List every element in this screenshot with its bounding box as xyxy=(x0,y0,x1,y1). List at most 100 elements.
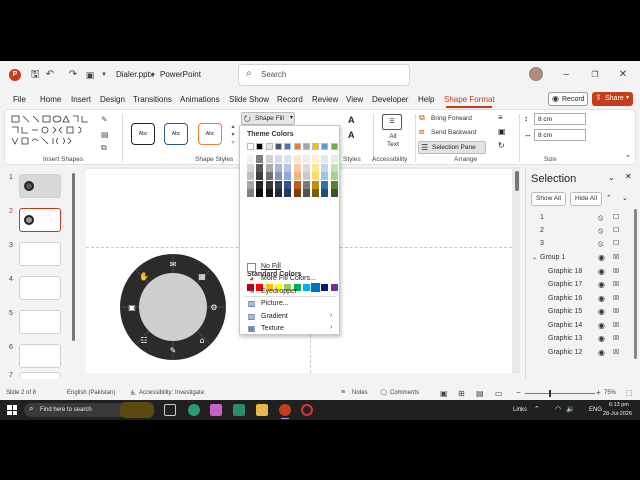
comments-button[interactable]: Comments xyxy=(390,390,419,396)
text-box-icon[interactable]: ▤ xyxy=(101,130,109,139)
theme-color-swatch[interactable] xyxy=(321,143,329,150)
minimize-icon[interactable]: – xyxy=(560,69,572,81)
shape-width-input[interactable]: 8 cm xyxy=(534,129,586,141)
selection-pane-button[interactable]: ☰ Selection Pane xyxy=(418,141,486,154)
shape-style-black[interactable]: Abc xyxy=(131,123,155,145)
hide-all-button[interactable]: Hide All xyxy=(570,192,602,206)
theme-shade-swatch[interactable] xyxy=(274,180,282,189)
send-backward-button[interactable]: Send Backward xyxy=(431,129,477,136)
start-from-beginning-icon[interactable]: ▣ xyxy=(84,69,96,81)
tab-slide-show[interactable]: Slide Show xyxy=(229,95,269,104)
tab-file[interactable]: File xyxy=(13,95,26,104)
chevron-down-icon[interactable]: ⌄ xyxy=(532,254,537,261)
send-backward-icon[interactable]: ⌄ xyxy=(622,194,628,202)
theme-shade-swatch[interactable] xyxy=(265,189,273,197)
theme-shade-swatch[interactable] xyxy=(293,180,301,189)
theme-shade-swatch[interactable] xyxy=(256,180,264,189)
lock-icon[interactable]: ☒ xyxy=(613,321,619,329)
unlock-icon[interactable]: ☐ xyxy=(613,213,619,221)
reading-view-icon[interactable]: ▤ xyxy=(476,389,484,398)
theme-shade-swatch[interactable] xyxy=(247,189,254,197)
recorder-icon[interactable] xyxy=(301,404,313,416)
eye-icon[interactable]: ◉ xyxy=(598,267,605,276)
thumbnail-scrollbar[interactable] xyxy=(72,173,75,341)
selection-item[interactable]: Graphic 12 ◉ ☒ xyxy=(526,347,626,360)
slide-thumbnail[interactable] xyxy=(19,372,61,379)
selection-item[interactable]: Graphic 15 ◉ ☒ xyxy=(526,306,626,319)
vertical-scrollbar[interactable] xyxy=(515,171,519,191)
slide-thumbnail-selected[interactable] xyxy=(19,208,61,232)
theme-color-swatch[interactable] xyxy=(274,143,282,150)
theme-shade-swatch[interactable] xyxy=(284,172,292,180)
customize-toolbar-icon[interactable]: ▾ xyxy=(98,69,110,81)
lock-icon[interactable]: ☒ xyxy=(613,307,619,315)
eye-icon[interactable]: ◉ xyxy=(598,253,605,262)
theme-shade-swatch[interactable] xyxy=(284,155,292,163)
restore-icon[interactable]: ❐ xyxy=(589,69,601,81)
selection-item[interactable]: Graphic 16 ◉ ☒ xyxy=(526,293,626,306)
text-outline-icon[interactable]: A xyxy=(348,130,355,140)
shapes-gallery[interactable] xyxy=(10,113,100,153)
eye-icon[interactable]: ◉ xyxy=(598,348,605,357)
theme-shade-swatch[interactable] xyxy=(321,180,329,189)
file-explorer-icon[interactable] xyxy=(256,404,268,416)
powerpoint-taskbar-icon[interactable] xyxy=(279,404,291,416)
selection-item[interactable]: 2 ⦸ ☐ xyxy=(526,225,626,238)
tab-review[interactable]: Review xyxy=(312,95,338,104)
theme-shade-swatch[interactable] xyxy=(293,163,301,172)
tab-shape-format[interactable]: Shape Format xyxy=(444,95,495,104)
theme-color-swatch[interactable] xyxy=(302,143,310,150)
share-button[interactable]: ⇪ Share ▾ xyxy=(592,92,633,106)
selection-pane-scrollbar[interactable] xyxy=(634,209,637,359)
slideshow-icon[interactable]: ▭ xyxy=(495,389,503,398)
eye-icon[interactable]: ◉ xyxy=(598,321,605,330)
edge-icon[interactable] xyxy=(188,404,200,416)
slide-sorter-icon[interactable]: ⊞ xyxy=(458,389,465,398)
close-icon[interactable]: ✕ xyxy=(617,69,629,81)
text-fill-icon[interactable]: A xyxy=(348,115,355,125)
bring-forward-button[interactable]: Bring Forward xyxy=(431,115,472,122)
theme-shade-swatch[interactable] xyxy=(265,172,273,180)
search-input[interactable]: ⌕ Search xyxy=(238,64,410,86)
undo-icon[interactable]: ↶ xyxy=(44,69,56,81)
fit-slide-icon[interactable]: ⬚ xyxy=(626,389,633,397)
hidden-eye-icon[interactable]: ⦸ xyxy=(598,213,603,223)
align-icon[interactable]: ≡ xyxy=(498,113,503,122)
bring-forward-icon[interactable]: ⌃ xyxy=(606,194,612,202)
theme-color-swatch[interactable] xyxy=(247,143,254,150)
eye-icon[interactable]: ◉ xyxy=(598,280,605,289)
theme-shade-swatch[interactable] xyxy=(312,155,320,163)
clock-time[interactable]: 6:13 pm xyxy=(609,402,629,408)
theme-color-swatch[interactable] xyxy=(330,143,338,150)
theme-shade-swatch[interactable] xyxy=(284,180,292,189)
zoom-in-icon[interactable]: + xyxy=(596,388,601,397)
input-language[interactable]: ENG xyxy=(589,407,602,413)
accessibility-status[interactable]: Accessibility: Investigate xyxy=(139,390,204,396)
eye-icon[interactable]: ◉ xyxy=(598,307,605,316)
shape-height-input[interactable]: 8 cm xyxy=(534,113,586,125)
tab-animations[interactable]: Animations xyxy=(180,95,220,104)
save-icon[interactable]: 🖫 xyxy=(29,69,41,81)
theme-shade-swatch[interactable] xyxy=(274,155,282,163)
theme-shade-swatch[interactable] xyxy=(330,163,338,172)
dialer-group[interactable]: ✉ ▦ ⚙ ⌂ ✎ ☳ ▣ ✋ xyxy=(117,253,230,362)
tab-design[interactable]: Design xyxy=(100,95,125,104)
selection-item[interactable]: 1 ⦸ ☐ xyxy=(526,212,626,225)
selection-item[interactable]: Graphic 13 ◉ ☒ xyxy=(526,333,626,346)
theme-shade-swatch[interactable] xyxy=(247,180,254,189)
chevron-down-icon[interactable]: ⌄ xyxy=(608,173,615,182)
lock-icon[interactable]: ☒ xyxy=(613,334,619,342)
avatar[interactable] xyxy=(529,67,543,81)
shape-style-blue[interactable]: Abc xyxy=(164,123,188,145)
theme-shade-swatch[interactable] xyxy=(247,155,254,163)
theme-shade-swatch[interactable] xyxy=(312,163,320,172)
theme-shade-swatch[interactable] xyxy=(330,189,338,197)
language-status[interactable]: English (Pakistan) xyxy=(67,390,115,396)
theme-shade-swatch[interactable] xyxy=(265,155,273,163)
theme-shade-swatch[interactable] xyxy=(284,189,292,197)
theme-shade-swatch[interactable] xyxy=(256,189,264,197)
theme-shade-swatch[interactable] xyxy=(330,155,338,163)
unlock-icon[interactable]: ☐ xyxy=(613,226,619,234)
alt-text-icon[interactable]: ☰ xyxy=(382,114,402,130)
theme-shade-swatch[interactable] xyxy=(293,189,301,197)
